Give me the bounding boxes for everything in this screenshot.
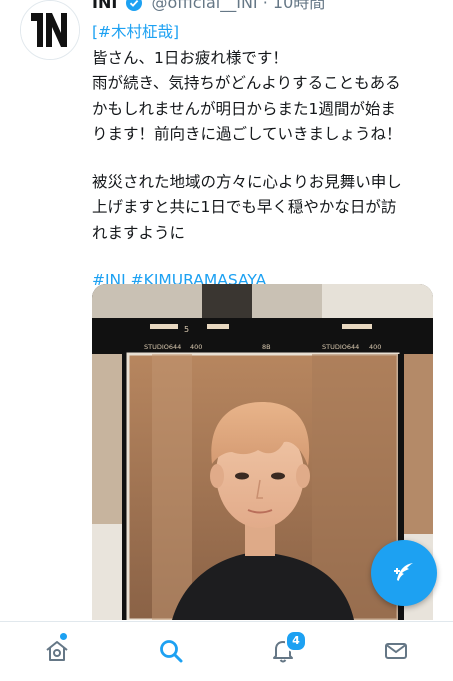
tweet-line: 被災された地域の方々に心よりお見舞い申し <box>92 172 402 191</box>
tab-notifications[interactable]: 4 <box>253 622 313 680</box>
tab-messages[interactable] <box>366 622 426 680</box>
tweet-time: · 10時間 <box>262 0 326 12</box>
tweet-header: INI @official__INI · 10時間 <box>92 0 441 14</box>
film-number-left: 400 <box>190 343 202 351</box>
mention-hashtag-line[interactable]: [#木村柾哉] <box>92 20 444 46</box>
compose-tweet-button[interactable] <box>371 540 437 606</box>
tweet-line: 雨が続き、気持ちがどんよりすることもある <box>92 74 401 92</box>
tweet-text: [#木村柾哉] 皆さん、1日お疲れ様です！ 雨が続き、気持ちがどんよりすることも… <box>92 20 444 294</box>
bottom-tab-bar: 4 <box>0 621 453 681</box>
compose-feather-icon <box>394 563 413 581</box>
tweet-line: れますように <box>92 223 186 242</box>
home-unread-dot <box>60 633 67 640</box>
author-avatar[interactable] <box>20 0 80 60</box>
film-code-right: STUDIO644 <box>322 343 359 351</box>
author-name[interactable]: INI <box>92 0 117 12</box>
tweet-line: かもしれませんが明日からまた1週間が始ま <box>92 99 396 118</box>
tab-home[interactable] <box>27 622 87 680</box>
home-icon <box>46 641 68 661</box>
tweet-line: ります！前向きに過ごしていきましょうね！ <box>92 125 402 143</box>
film-number-right: 400 <box>369 343 381 351</box>
messages-icon <box>385 643 407 659</box>
film-code-center: 8B <box>262 343 271 351</box>
tab-search[interactable] <box>141 622 201 680</box>
ini-logo-icon <box>21 1 79 59</box>
author-handle[interactable]: @official__INI <box>151 0 257 12</box>
film-code-left: STUDIO644 <box>144 343 181 351</box>
tweet-line: 上げますと共に1日でも早く穏やかな日が訪 <box>92 198 397 216</box>
search-icon <box>160 640 183 663</box>
notification-count-badge: 4 <box>285 630 307 652</box>
tweet-line: 皆さん、1日お疲れ様です！ <box>92 48 288 67</box>
verified-badge-icon <box>126 0 143 14</box>
film-frame-number: 5 <box>184 325 189 334</box>
